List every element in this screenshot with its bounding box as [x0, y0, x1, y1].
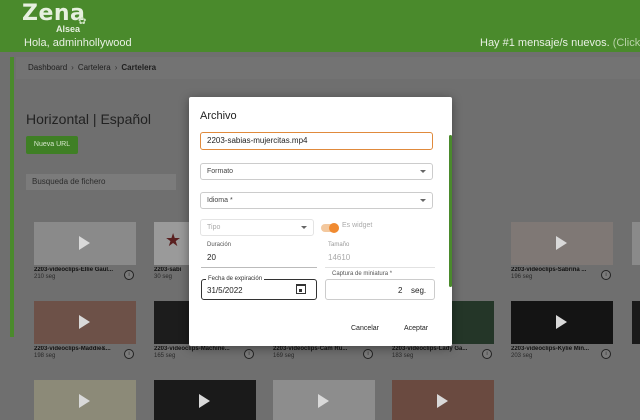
- page-title: Horizontal | Español: [26, 111, 152, 127]
- expiration-date-label: Fecha de expiración: [206, 276, 265, 282]
- video-name: 2203-videoclips-Kylie Min...: [511, 346, 590, 352]
- video-duration: 30 seg: [154, 274, 173, 280]
- duration-field[interactable]: 20: [207, 253, 216, 262]
- video-thumbnail[interactable]: [154, 380, 256, 420]
- format-select-label: Formato: [207, 168, 234, 175]
- duration-label: Duración: [207, 242, 232, 248]
- video-duration: 203 seg: [511, 353, 533, 359]
- breadcrumb: Dashboard › Cartelera › Cartelera: [28, 63, 156, 72]
- app-logo-subtitle: Alsea: [56, 24, 81, 34]
- video-tile[interactable]: 2203-videoclips-Kylie Min... 203 seg i: [511, 301, 613, 359]
- video-duration: 198 seg: [34, 353, 56, 359]
- info-icon[interactable]: i: [363, 349, 373, 359]
- breadcrumb-cartelera[interactable]: Cartelera: [78, 63, 111, 72]
- video-duration: 183 seg: [392, 353, 414, 359]
- video-tile[interactable]: 2203-videoclips-Sabrina ... 196 seg i: [511, 222, 613, 280]
- thumbnail-capture-unit: seg.: [411, 286, 427, 295]
- video-tile[interactable]: ★ 2203-sabi 30 seg: [154, 222, 192, 280]
- cancel-button[interactable]: Cancelar: [351, 325, 379, 332]
- chevron-right-icon: ›: [71, 63, 74, 72]
- file-name-field[interactable]: 2203-sabias-mujercitas.mp4: [200, 132, 433, 150]
- video-thumbnail[interactable]: [34, 301, 136, 344]
- video-name: 2203-sabi: [154, 267, 182, 273]
- info-icon[interactable]: i: [601, 349, 611, 359]
- play-icon: [79, 394, 90, 408]
- play-icon: [199, 394, 210, 408]
- video-name: 2203-videoclips-Maddie&...: [34, 346, 111, 352]
- video-name: 2203-videoclips-Cam Ru...: [273, 346, 348, 352]
- play-icon: [79, 236, 90, 250]
- play-icon: [437, 394, 448, 408]
- size-label: Tamaño: [328, 242, 350, 248]
- toggle-knob: [329, 223, 339, 233]
- play-icon: [79, 315, 90, 329]
- video-duration: 196 seg: [511, 274, 533, 280]
- app-logo[interactable]: Zena: [22, 1, 85, 26]
- side-accent-bar: [10, 57, 14, 337]
- video-duration: 169 seg: [273, 353, 295, 359]
- chevron-down-icon: [420, 170, 426, 173]
- user-greeting: Hola, adminhollywood: [24, 37, 132, 49]
- video-thumbnail[interactable]: [511, 301, 613, 344]
- video-name: 2203-videoclips-Lady Ga...: [392, 346, 468, 352]
- size-field: 14610: [328, 253, 351, 262]
- breadcrumb-dashboard[interactable]: Dashboard: [28, 63, 67, 72]
- play-icon: [556, 315, 567, 329]
- info-icon[interactable]: i: [124, 270, 134, 280]
- video-thumbnail[interactable]: ★: [154, 222, 192, 265]
- language-select-label: Idioma *: [207, 197, 233, 204]
- video-thumbnail[interactable]: [273, 380, 375, 420]
- video-duration: 165 seg: [154, 353, 176, 359]
- new-url-button[interactable]: Nueva URL: [26, 136, 78, 154]
- chevron-down-icon: [420, 199, 426, 202]
- calendar-icon[interactable]: [296, 284, 306, 294]
- info-icon[interactable]: i: [124, 349, 134, 359]
- messages-text[interactable]: Hay #1 mensaje/s nuevos.: [480, 37, 610, 49]
- video-name: 2203-videoclips-Machine...: [154, 346, 230, 352]
- info-icon[interactable]: i: [244, 349, 254, 359]
- breadcrumb-current: Cartelera: [121, 63, 157, 72]
- video-tile[interactable]: 2203-videoclips-Maddie&... 198 seg i: [34, 301, 136, 359]
- chevron-right-icon: ›: [114, 63, 118, 72]
- video-thumbnail[interactable]: [34, 380, 136, 420]
- size-underline: [325, 267, 435, 268]
- info-icon[interactable]: i: [482, 349, 492, 359]
- expiration-date-value[interactable]: 31/5/2022: [207, 286, 243, 295]
- accept-button[interactable]: Aceptar: [404, 325, 428, 332]
- type-select[interactable]: Tipo: [200, 219, 314, 236]
- file-search-input[interactable]: Busqueda de fichero: [26, 174, 176, 190]
- play-icon: [318, 394, 329, 408]
- video-duration: 210 seg: [34, 274, 56, 280]
- dialog-title: Archivo: [200, 110, 237, 122]
- dialog-scrollbar[interactable]: [449, 135, 452, 287]
- thumbnail-capture-value[interactable]: 2: [398, 286, 402, 295]
- messages-hint[interactable]: (Click p: [613, 37, 640, 49]
- video-name: 2203-videoclips-Sabrina ...: [511, 267, 587, 273]
- play-icon: [556, 236, 567, 250]
- video-tile[interactable]: 2203-videoclips-Ellie Gaul... 210 seg i: [34, 222, 136, 280]
- video-thumbnail[interactable]: [511, 222, 613, 265]
- duration-underline: [201, 267, 317, 268]
- app-header: Zena ✿ Alsea Hola, adminhollywood Hay #1…: [0, 0, 640, 52]
- star-icon: ★: [165, 230, 182, 250]
- widget-toggle-label: Es widget: [342, 222, 373, 229]
- video-name: 2203-videoclips-Ellie Gaul...: [34, 267, 114, 273]
- language-select[interactable]: Idioma *: [200, 192, 433, 209]
- thumbnail-capture-label: Captura de miniatura *: [330, 271, 395, 277]
- widget-toggle[interactable]: [321, 223, 339, 233]
- info-icon[interactable]: i: [601, 270, 611, 280]
- messages-notice[interactable]: Hay #1 mensaje/s nuevos. (Click p: [480, 37, 640, 49]
- video-thumbnail[interactable]: [392, 380, 494, 420]
- format-select[interactable]: Formato: [200, 163, 433, 180]
- type-select-label: Tipo: [207, 224, 221, 231]
- video-thumbnail-partial[interactable]: [632, 222, 640, 265]
- file-dialog: Archivo 2203-sabias-mujercitas.mp4 Forma…: [189, 97, 452, 346]
- video-thumbnail[interactable]: [34, 222, 136, 265]
- video-thumbnail-partial[interactable]: [632, 301, 640, 344]
- chevron-down-icon: [301, 226, 307, 229]
